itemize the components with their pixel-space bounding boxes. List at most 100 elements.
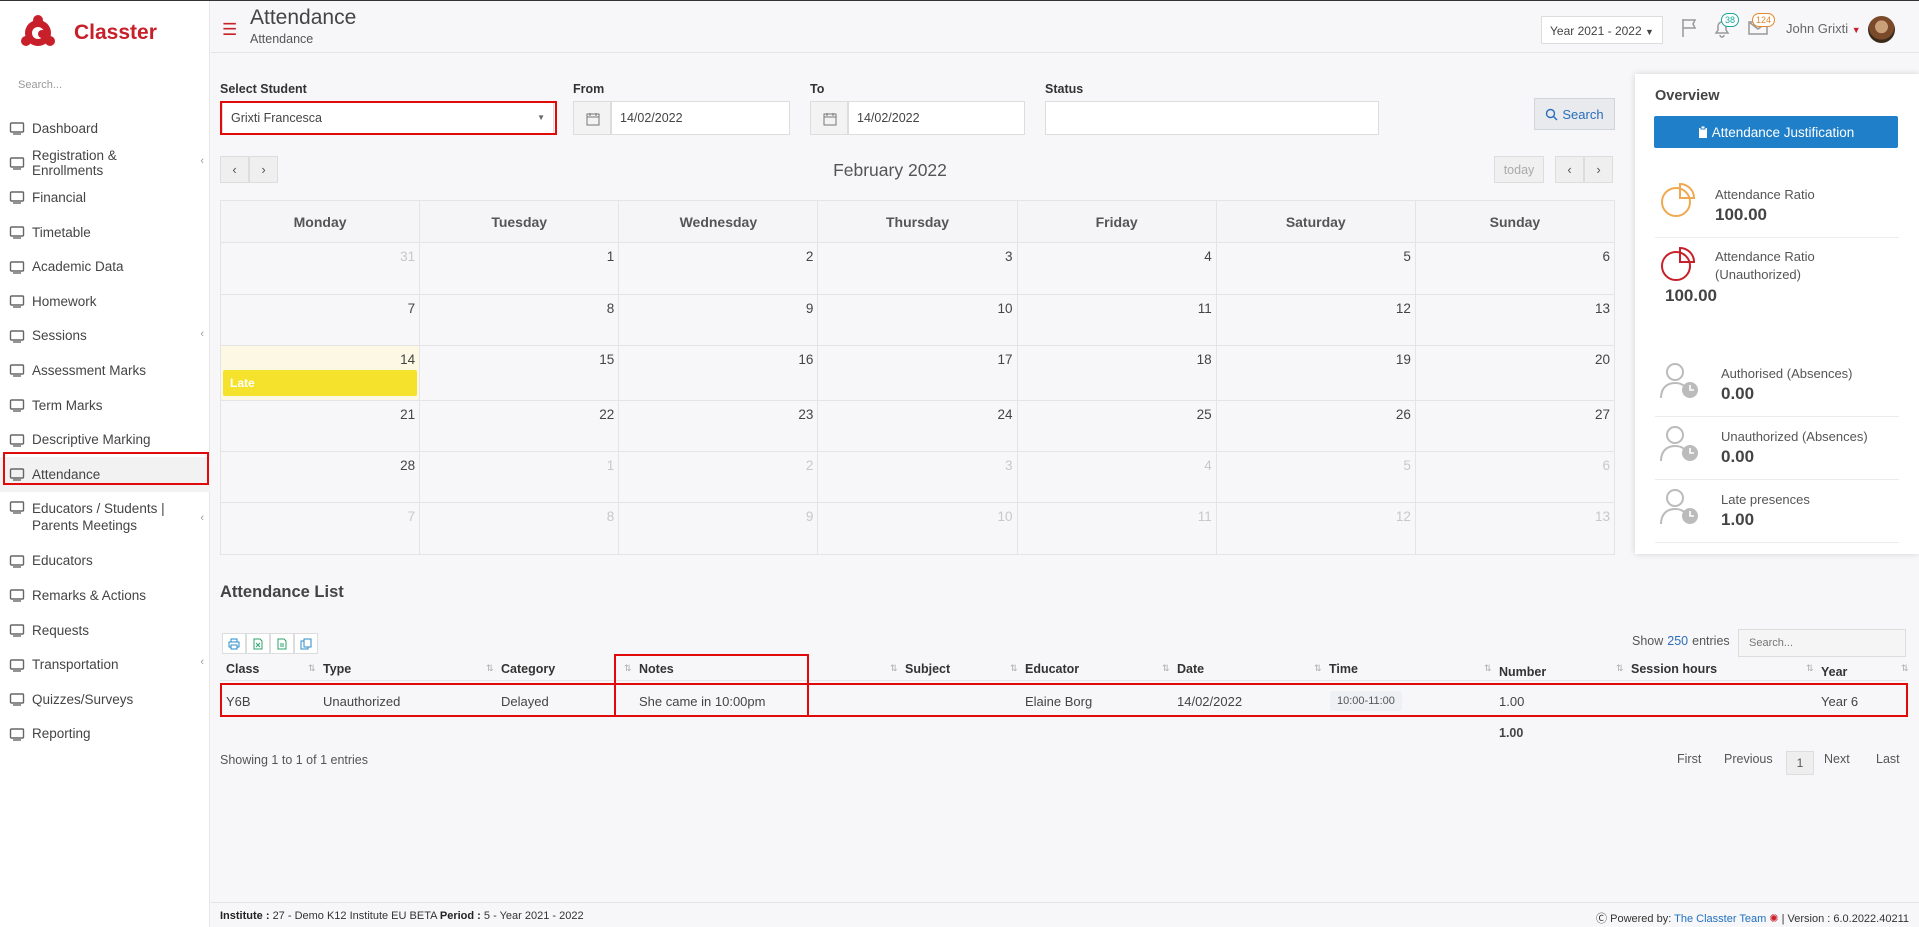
sidebar-item-educators-students-parents-meetings[interactable]: Educators / Students | Parents Meetings ‹ (0, 492, 210, 544)
pagination-current[interactable]: 1 (1786, 751, 1814, 775)
calendar-day-cell[interactable]: 14 Late (219, 345, 421, 401)
sort-icon[interactable]: ⇅ (1010, 663, 1018, 674)
page-size-select[interactable]: 250 (1667, 634, 1688, 648)
prev-button[interactable]: ‹ (1555, 156, 1584, 183)
column-header-number[interactable]: Number (1499, 665, 1546, 679)
calendar-day-cell[interactable]: 19 (1215, 345, 1416, 401)
sidebar-item-registration-enrollments[interactable]: Registration & Enrollments ‹ (0, 146, 210, 181)
column-header-time[interactable]: Time (1329, 662, 1358, 676)
calendar-day-cell[interactable]: 3 (817, 242, 1018, 295)
sidebar-item-transportation[interactable]: Transportation ‹ (0, 647, 210, 682)
calendar-day-cell[interactable]: 17 (817, 345, 1018, 401)
prev-month-button[interactable]: ‹ (220, 156, 249, 183)
pagination-first[interactable]: First (1677, 752, 1701, 766)
calendar-day-cell[interactable]: 23 (618, 400, 819, 452)
calendar-day-cell[interactable]: 2 (618, 451, 819, 503)
sort-icon[interactable]: ⇅ (1616, 663, 1624, 674)
calendar-day-cell[interactable]: 8 (419, 502, 620, 555)
sidebar-item-remarks-actions[interactable]: Remarks & Actions (0, 578, 210, 613)
sidebar-item-quizzes-surveys[interactable]: Quizzes/Surveys (0, 682, 210, 717)
status-select[interactable] (1045, 101, 1379, 135)
sort-icon[interactable]: ⇅ (890, 663, 898, 674)
calendar-day-cell[interactable]: 11 (1016, 502, 1217, 555)
sidebar-item-term-marks[interactable]: Term Marks (0, 388, 210, 423)
sort-icon[interactable]: ⇅ (1314, 663, 1322, 674)
calendar-day-cell[interactable]: 20 (1414, 345, 1616, 401)
column-header-subject[interactable]: Subject (905, 662, 950, 676)
to-calendar-icon[interactable] (810, 101, 848, 135)
user-menu[interactable]: John Grixti ▼ (1786, 21, 1861, 36)
calendar-day-cell[interactable]: 9 (618, 502, 819, 555)
sidebar-item-timetable[interactable]: Timetable (0, 215, 210, 250)
export-excel-button[interactable] (246, 633, 270, 654)
student-select[interactable]: Grixti Francesca ▼ (222, 101, 554, 135)
sidebar-item-descriptive-marking[interactable]: Descriptive Marking (0, 422, 210, 457)
calendar-day-cell[interactable]: 10 (817, 502, 1018, 555)
calendar-day-cell[interactable]: 15 (419, 345, 620, 401)
today-button[interactable]: today (1494, 156, 1544, 183)
calendar-day-cell[interactable]: 26 (1215, 400, 1416, 452)
calendar-day-cell[interactable]: 31 (219, 242, 421, 295)
column-header-session-hours[interactable]: Session hours (1631, 662, 1717, 676)
calendar-day-cell[interactable]: 7 (219, 502, 421, 555)
column-header-category[interactable]: Category (501, 662, 555, 676)
classter-team-link[interactable]: The Classter Team (1674, 913, 1766, 925)
column-header-educator[interactable]: Educator (1025, 662, 1079, 676)
calendar-day-cell[interactable]: 5 (1215, 451, 1416, 503)
calendar-day-cell[interactable]: 6 (1414, 451, 1616, 503)
from-calendar-icon[interactable] (573, 101, 611, 135)
calendar-day-cell[interactable]: 28 (219, 451, 421, 503)
menu-toggle-icon[interactable]: ☰ (222, 20, 237, 40)
sort-icon[interactable]: ⇅ (1484, 663, 1492, 674)
sort-icon[interactable]: ⇅ (1162, 663, 1170, 674)
calendar-event-late[interactable]: Late (223, 370, 418, 396)
sort-icon[interactable]: ⇅ (486, 663, 494, 674)
calendar-day-cell[interactable]: 22 (419, 400, 620, 452)
pagination-previous[interactable]: Previous (1724, 752, 1773, 766)
export-csv-button[interactable] (270, 633, 294, 654)
search-button[interactable]: Search (1534, 98, 1615, 130)
calendar-day-cell[interactable]: 5 (1215, 242, 1416, 295)
column-header-year[interactable]: Year (1821, 665, 1847, 679)
column-header-notes[interactable]: Notes (639, 662, 674, 676)
calendar-day-cell[interactable]: 27 (1414, 400, 1616, 452)
pagination-last[interactable]: Last (1876, 752, 1900, 766)
calendar-day-cell[interactable]: 4 (1016, 451, 1217, 503)
calendar-day-cell[interactable]: 24 (817, 400, 1018, 452)
column-header-date[interactable]: Date (1177, 662, 1204, 676)
sort-icon[interactable]: ⇅ (1901, 663, 1909, 674)
calendar-day-cell[interactable]: 12 (1215, 294, 1416, 346)
calendar-day-cell[interactable]: 13 (1414, 294, 1616, 346)
sidebar-item-sessions[interactable]: Sessions ‹ (0, 319, 210, 354)
sort-icon[interactable]: ⇅ (308, 663, 316, 674)
column-header-class[interactable]: Class (226, 662, 259, 676)
sidebar-item-requests[interactable]: Requests (0, 613, 210, 648)
sidebar-item-academic-data[interactable]: Academic Data (0, 249, 210, 284)
sidebar-item-dashboard[interactable]: Dashboard (0, 111, 210, 146)
calendar-day-cell[interactable]: 25 (1016, 400, 1217, 452)
sidebar-item-homework[interactable]: Homework (0, 284, 210, 319)
calendar-day-cell[interactable]: 4 (1016, 242, 1217, 295)
sort-icon[interactable]: ⇅ (1806, 663, 1814, 674)
sidebar-item-assessment-marks[interactable]: Assessment Marks (0, 353, 210, 388)
from-date-input[interactable]: 14/02/2022 (611, 101, 790, 135)
calendar-day-cell[interactable]: 12 (1215, 502, 1416, 555)
attendance-justification-button[interactable]: Attendance Justification (1654, 116, 1898, 148)
calendar-day-cell[interactable]: 21 (219, 400, 421, 452)
avatar[interactable] (1868, 16, 1895, 43)
calendar-day-cell[interactable]: 3 (817, 451, 1018, 503)
calendar-day-cell[interactable]: 8 (419, 294, 620, 346)
sidebar-item-financial[interactable]: Financial (0, 180, 210, 215)
to-date-input[interactable]: 14/02/2022 (848, 101, 1025, 135)
flag-icon[interactable] (1678, 16, 1702, 40)
calendar-day-cell[interactable]: 1 (419, 451, 620, 503)
calendar-day-cell[interactable]: 10 (817, 294, 1018, 346)
calendar-day-cell[interactable]: 11 (1016, 294, 1217, 346)
copy-button[interactable] (294, 633, 318, 654)
list-search-input[interactable] (1738, 629, 1906, 657)
calendar-day-cell[interactable]: 9 (618, 294, 819, 346)
calendar-day-cell[interactable]: 18 (1016, 345, 1217, 401)
logo[interactable]: Classter (18, 11, 157, 55)
year-selector[interactable]: Year 2021 - 2022 ▼ (1541, 16, 1663, 44)
sidebar-item-attendance[interactable]: Attendance (0, 456, 210, 492)
